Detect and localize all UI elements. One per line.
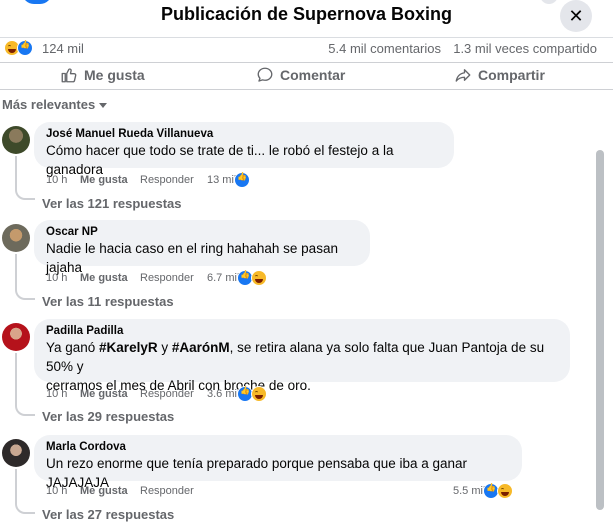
reaction-summary[interactable]: [4, 40, 33, 56]
close-button[interactable]: ✕: [560, 0, 592, 32]
post-stats: 124 mil 5.4 mil comentarios 1.3 mil vece…: [0, 40, 613, 56]
comment-reactions[interactable]: 5.5 mil: [453, 483, 514, 499]
comment-bubble: José Manuel Rueda Villanueva Cómo hacer …: [34, 122, 454, 177]
comment-icon: [257, 67, 273, 82]
comment-bubble: Padilla Padilla Ya ganó #KarelyR y #Aaró…: [34, 319, 570, 393]
comment-like-button[interactable]: Me gusta: [80, 272, 140, 284]
avatar[interactable]: [2, 224, 30, 252]
comment-meta: 10 h Me gusta Responder: [46, 485, 194, 497]
close-icon: ✕: [568, 5, 584, 26]
comment-time[interactable]: 10 h: [46, 174, 80, 186]
shares-count[interactable]: 1.3 mil veces compartido: [453, 41, 597, 56]
comment-reaction-count: 13 mil: [207, 174, 237, 186]
view-replies-link[interactable]: Ver las 11 respuestas: [42, 294, 174, 309]
hashtag-link[interactable]: #AarónM: [172, 340, 230, 355]
share-icon: [455, 69, 471, 82]
avatar[interactable]: [2, 439, 30, 467]
comment-reactions[interactable]: 3.6 mil: [207, 386, 268, 402]
comment-reply-button[interactable]: Responder: [140, 388, 194, 400]
comment-sort-dropdown[interactable]: Más relevantes: [2, 97, 108, 112]
reactions-count[interactable]: 124 mil: [42, 41, 84, 56]
share-button[interactable]: Compartir: [454, 66, 545, 84]
comment-like-button[interactable]: Me gusta: [80, 388, 140, 400]
haha-icon: [251, 386, 268, 402]
view-replies-link[interactable]: Ver las 29 respuestas: [42, 409, 174, 424]
post-actions: Me gusta Comentar Compartir: [0, 63, 613, 87]
comment-label: Comentar: [280, 67, 346, 83]
comment-bubble: Oscar NP Nadie le hacia caso en el ring …: [34, 220, 370, 275]
thumbs-up-icon: [61, 68, 77, 83]
comment-meta: 10 h Me gusta Responder: [46, 272, 194, 284]
comment-bubble: Marla Cordova Un rezo enorme que tenía p…: [34, 435, 522, 490]
comment-reaction-count: 5.5 mil: [453, 485, 486, 497]
comment-reaction-count: 3.6 mil: [207, 388, 240, 400]
comment-meta: 10 h Me gusta Responder: [46, 174, 194, 186]
scrollbar[interactable]: [596, 150, 604, 510]
page-title: Publicación de Supernova Boxing: [160, 4, 453, 24]
view-replies-link[interactable]: Ver las 27 respuestas: [42, 507, 174, 522]
comment-button[interactable]: Comentar: [256, 66, 345, 84]
avatar[interactable]: [2, 323, 30, 351]
comment-meta: 10 h Me gusta Responder: [46, 388, 194, 400]
share-label: Compartir: [478, 67, 545, 83]
comment-text-part: y: [157, 340, 172, 355]
thread-line: [15, 469, 17, 502]
comment-reply-button[interactable]: Responder: [140, 272, 194, 284]
comments-count[interactable]: 5.4 mil comentarios: [328, 41, 441, 56]
avatar[interactable]: [2, 126, 30, 154]
comment-author[interactable]: José Manuel Rueda Villanueva: [46, 128, 442, 140]
thread-line: [15, 353, 17, 404]
thread-line: [15, 156, 17, 188]
caret-down-icon: [99, 103, 108, 108]
haha-icon: [251, 270, 268, 286]
comment-text-part: Ya ganó: [46, 340, 100, 355]
comment-time[interactable]: 10 h: [46, 485, 80, 497]
comment-reactions[interactable]: 6.7 mil: [207, 270, 268, 286]
comment-like-button[interactable]: Me gusta: [80, 485, 140, 497]
divider: [0, 89, 613, 90]
like-button[interactable]: Me gusta: [60, 66, 145, 84]
like-icon: [17, 40, 33, 56]
comment-reply-button[interactable]: Responder: [140, 485, 194, 497]
hashtag-link[interactable]: #KarelyR: [99, 340, 158, 355]
view-replies-link[interactable]: Ver las 121 respuestas: [42, 196, 182, 211]
comment-text: Ya ganó #KarelyR y #AarónM, se retira al…: [46, 338, 558, 395]
haha-icon: [497, 483, 514, 499]
thread-connector: [15, 502, 35, 514]
comment-like-button[interactable]: Me gusta: [80, 174, 140, 186]
divider: [0, 37, 613, 38]
comment-time[interactable]: 10 h: [46, 388, 80, 400]
thread-connector: [15, 188, 35, 200]
dialog-header: Publicación de Supernova Boxing ✕: [0, 0, 613, 36]
like-label: Me gusta: [84, 67, 145, 83]
comment-reaction-count: 6.7 mil: [207, 272, 240, 284]
comment-reply-button[interactable]: Responder: [140, 174, 194, 186]
comment-reactions[interactable]: 13 mil: [207, 172, 251, 188]
sort-label: Más relevantes: [2, 97, 96, 112]
thread-connector: [15, 288, 35, 300]
comment-author[interactable]: Oscar NP: [46, 226, 358, 238]
comment-author[interactable]: Padilla Padilla: [46, 325, 558, 337]
thread-connector: [15, 404, 35, 416]
thread-line: [15, 254, 17, 288]
comment-time[interactable]: 10 h: [46, 272, 80, 284]
comment-author[interactable]: Marla Cordova: [46, 441, 510, 453]
like-icon: [234, 172, 251, 188]
